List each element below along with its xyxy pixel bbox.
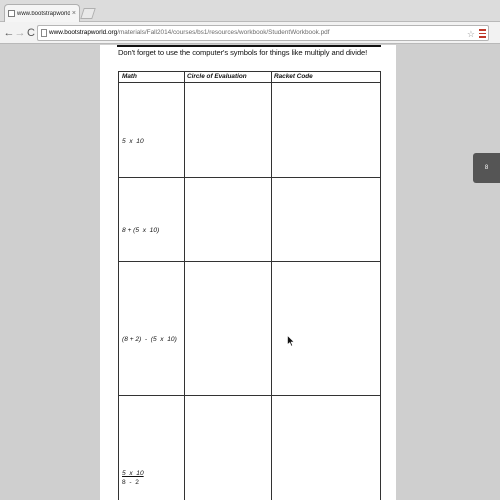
evaluation-table: Math Circle of Evaluation Racket Code 5 … — [118, 71, 381, 500]
instruction-text: Don't forget to use the computer's symbo… — [118, 48, 368, 57]
document-icon — [41, 29, 47, 37]
pdf-viewer[interactable]: Don't forget to use the computer's symbo… — [0, 45, 500, 500]
page-favicon-icon — [8, 10, 15, 17]
math-expression-row-4-numerator: 5 x 10 — [122, 470, 144, 477]
bookmark-star-icon[interactable]: ☆ — [467, 27, 475, 40]
pdf-page: Don't forget to use the computer's symbo… — [100, 45, 396, 500]
table-row-divider — [119, 395, 380, 396]
browser-menu-icon[interactable] — [478, 27, 487, 39]
table-column-divider — [184, 72, 185, 500]
url-path: /materials/Fall2014/courses/bs1/resource… — [117, 29, 330, 36]
table-row-divider — [119, 261, 380, 262]
math-expression-row-3: (8 + 2) - (5 x 10) — [122, 336, 177, 343]
table-row-divider — [119, 82, 380, 83]
reload-icon[interactable]: C — [25, 26, 37, 40]
tab-strip: www.bootstrapworld.org/m × — [0, 0, 500, 22]
table-row-divider — [119, 177, 380, 178]
side-panel-button[interactable]: 8 — [473, 153, 500, 183]
url-host: www.bootstrapworld.org — [49, 29, 118, 36]
browser-toolbar: ← → C www.bootstrapworld.org/materials/F… — [0, 22, 500, 44]
math-expression-row-4-denominator: 8 - 2 — [122, 479, 139, 486]
new-tab-button[interactable] — [80, 8, 96, 19]
math-expression-row-1: 5 x 10 — [122, 138, 144, 145]
browser-tab[interactable]: www.bootstrapworld.org/m × — [4, 4, 80, 22]
page-top-rule — [117, 45, 381, 47]
mouse-cursor-icon — [287, 335, 295, 347]
math-expression-row-2: 8 + (5 x 10) — [122, 227, 160, 234]
tab-title: www.bootstrapworld.org/m — [17, 10, 70, 17]
tab-close-icon[interactable]: × — [72, 10, 76, 17]
header-math: Math — [122, 73, 137, 80]
header-circle-of-evaluation: Circle of Evaluation — [187, 73, 247, 80]
header-racket-code: Racket Code — [274, 73, 313, 80]
table-column-divider — [271, 72, 272, 500]
address-bar[interactable]: www.bootstrapworld.org/materials/Fall201… — [37, 25, 489, 41]
